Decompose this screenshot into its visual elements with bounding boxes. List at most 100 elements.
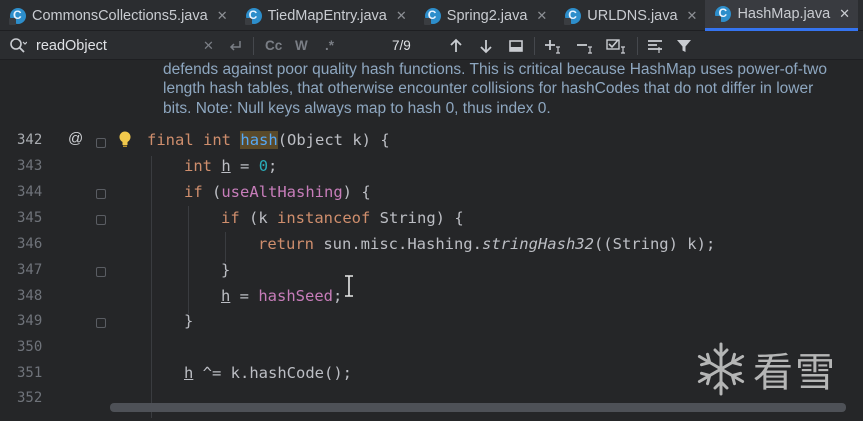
lightbulb-icon[interactable] <box>117 130 133 153</box>
tab-urldns[interactable]: URLDNS.java ✕ <box>555 0 705 31</box>
code-line-346: return sun.misc.Hashing.stringHash32((St… <box>258 235 715 253</box>
doc-comment-line: defends against poor quality hash functi… <box>163 61 827 78</box>
method-name: hash <box>240 131 278 149</box>
match-case-toggle[interactable]: Cc <box>265 31 282 60</box>
indent-guide <box>151 156 152 418</box>
code-text: = <box>230 157 259 175</box>
close-icon[interactable]: ✕ <box>217 8 228 24</box>
line-number: 345 <box>17 210 43 226</box>
code-text: ^= k.hashCode(); <box>193 364 352 382</box>
keyword: return <box>258 235 314 253</box>
code-text: = <box>230 287 259 305</box>
field: useAltHashing <box>221 183 343 201</box>
java-class-icon <box>423 7 441 25</box>
separator <box>534 37 535 55</box>
horizontal-scrollbar[interactable] <box>110 403 846 412</box>
code-line-345: if (k instanceof String) { <box>221 209 464 227</box>
words-toggle[interactable]: W <box>295 31 308 60</box>
code-line-351: h ^= k.hashCode(); <box>184 364 352 382</box>
tab-spring2[interactable]: Spring2.java ✕ <box>415 0 556 31</box>
keyword: int <box>203 131 232 149</box>
code-text: ; <box>268 157 278 175</box>
search-icon[interactable] <box>9 31 27 60</box>
arrow-up-icon[interactable] <box>449 31 463 60</box>
editor-tab-bar: CommonsCollections5.java ✕ TiedMapEntry.… <box>0 0 863 31</box>
override-marker-icon[interactable]: @ <box>68 130 83 147</box>
line-number: 352 <box>17 390 43 406</box>
keyword: final <box>147 131 194 149</box>
arrow-down-icon[interactable] <box>479 31 493 60</box>
java-class-icon <box>564 7 582 25</box>
add-occurrence-icon[interactable] <box>544 31 564 60</box>
find-bar: readObject ✕ Cc W .* 7/9 <box>0 31 863 60</box>
code-line-343: int h = 0; <box>184 157 277 175</box>
select-all-occurrences-check-icon[interactable] <box>606 31 628 60</box>
close-icon[interactable]: ✕ <box>687 8 698 24</box>
close-icon[interactable]: ✕ <box>536 8 547 24</box>
tab-label: Spring2.java <box>446 7 528 24</box>
fold-marker-icon[interactable] <box>96 267 106 277</box>
line-number: 351 <box>17 365 43 381</box>
java-class-icon <box>714 6 732 23</box>
tab-label: URLDNS.java <box>587 7 678 24</box>
separator <box>253 37 254 55</box>
code-editor[interactable]: defends against poor quality hash functi… <box>0 60 863 421</box>
code-text: sun.misc.Hashing. <box>314 235 482 253</box>
tab-label: CommonsCollections5.java <box>32 7 208 24</box>
number-literal: 0 <box>258 157 269 175</box>
search-input[interactable]: readObject <box>36 31 107 60</box>
indent-guide <box>188 206 189 314</box>
regex-toggle[interactable]: .* <box>325 31 334 60</box>
line-number: 346 <box>17 236 43 252</box>
mouse-text-cursor-icon <box>344 275 354 302</box>
fold-marker-icon[interactable] <box>96 189 106 199</box>
keyword: instanceof <box>277 209 371 227</box>
doc-comment-line: bits. Note: Null keys always map to hash… <box>163 100 551 117</box>
tab-commonscollections5[interactable]: CommonsCollections5.java ✕ <box>0 0 236 31</box>
tab-hashmap[interactable]: HashMap.java ✕ <box>705 0 859 31</box>
close-icon[interactable]: ✕ <box>839 6 850 22</box>
fold-marker-icon[interactable] <box>96 318 106 328</box>
line-number: 344 <box>17 184 43 200</box>
in-selection-icon[interactable] <box>647 31 663 60</box>
search-result-count: 7/9 <box>392 38 411 53</box>
line-number: 347 <box>17 262 43 278</box>
code-line-342: final int hash(Object k) { <box>147 131 390 149</box>
indent-guide <box>225 232 226 262</box>
close-icon[interactable]: ✕ <box>396 8 407 24</box>
filter-icon[interactable] <box>676 31 692 60</box>
separator <box>637 37 638 55</box>
field: hashSeed <box>258 287 333 305</box>
watermark-text: 看雪 <box>753 351 837 395</box>
tab-label: TiedMapEntry.java <box>267 7 387 24</box>
doc-comment-line: length hash tables, that otherwise encou… <box>163 80 814 97</box>
line-number: 349 <box>17 313 43 329</box>
keyword: if <box>221 209 240 227</box>
code-text: (Object k) { <box>277 131 390 149</box>
tab-tiedmapentry[interactable]: TiedMapEntry.java ✕ <box>236 0 415 31</box>
tab-label: HashMap.java <box>737 6 831 22</box>
static-method-call: stringHash32 <box>481 235 594 253</box>
code-text: (k <box>239 209 277 227</box>
line-number: 350 <box>17 339 43 355</box>
variable: h <box>221 287 231 305</box>
code-text: ((String) k); <box>593 235 716 253</box>
clear-search-icon[interactable]: ✕ <box>203 31 214 60</box>
fold-marker-icon[interactable] <box>96 215 106 225</box>
code-line-344: if (useAltHashing) { <box>184 183 371 201</box>
code-line-348: h = hashSeed; <box>221 287 342 305</box>
fold-marker-icon[interactable] <box>96 138 106 148</box>
select-all-occurrences-icon[interactable] <box>508 31 524 60</box>
variable: h <box>184 364 194 382</box>
variable: h <box>221 157 231 175</box>
code-text: String) { <box>370 209 464 227</box>
code-line-349: } <box>184 312 194 330</box>
code-text: ) { <box>342 183 371 201</box>
watermark: 看雪 <box>693 340 837 398</box>
line-number: 348 <box>17 288 43 304</box>
keyword: if <box>184 183 203 201</box>
remove-occurrence-icon[interactable] <box>576 31 596 60</box>
line-number: 342 <box>17 132 43 148</box>
new-line-icon[interactable] <box>227 31 243 60</box>
snowflake-logo-icon <box>697 342 745 396</box>
